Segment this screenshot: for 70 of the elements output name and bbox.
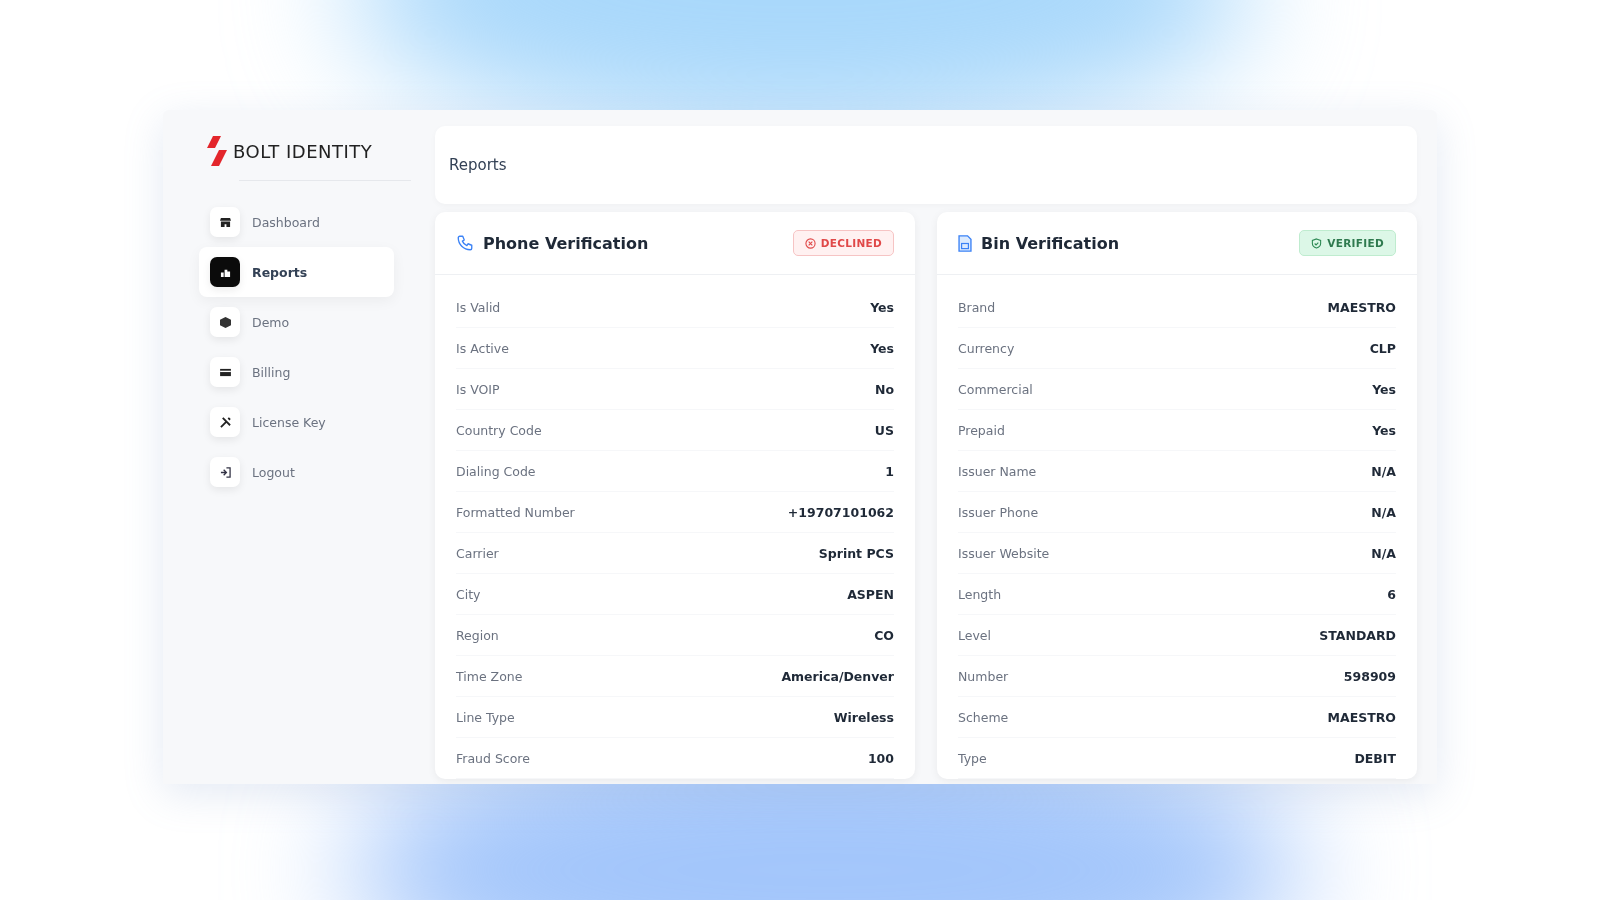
status-badge: VERIFIED <box>1299 230 1396 256</box>
bolt-logo-icon <box>207 136 227 166</box>
field-value: No <box>874 381 894 397</box>
field-label: Issuer Name <box>958 463 1037 479</box>
x-circle-icon <box>804 237 816 249</box>
shield-check-icon <box>1311 237 1323 249</box>
field-value: MAESTRO <box>1327 709 1396 725</box>
field-label: Number <box>958 668 1009 684</box>
field-value: Yes <box>870 340 894 356</box>
document-icon <box>958 234 972 252</box>
field-value: N/A <box>1371 504 1396 520</box>
logout-icon <box>219 466 231 478</box>
field-label: Brand <box>958 299 996 315</box>
sidebar-item[interactable]: License Key <box>199 397 394 447</box>
sidebar-item[interactable]: Billing <box>199 347 394 397</box>
field-label: Is VOIP <box>456 381 500 397</box>
page-title: Reports <box>449 156 507 174</box>
phone-icon <box>456 234 474 252</box>
field-label: Time Zone <box>456 668 523 684</box>
sidebar-item[interactable]: Dashboard <box>199 197 394 247</box>
field-label: Level <box>958 627 991 643</box>
card-title: Phone Verification <box>483 233 650 253</box>
field-label: Type <box>958 750 987 766</box>
field-value: N/A <box>1371 463 1396 479</box>
field-value: 6 <box>1387 586 1396 602</box>
field-value: +19707101062 <box>787 504 894 520</box>
field-value: ASPEN <box>847 586 894 602</box>
field-label: Commercial <box>958 381 1033 397</box>
store-icon <box>219 216 231 228</box>
field-value: 100 <box>867 750 894 766</box>
field-label: Line Type <box>456 709 515 725</box>
field-value: 1 <box>885 463 894 479</box>
field-label: Formatted Number <box>456 504 575 520</box>
field-label: Is Valid <box>456 299 501 315</box>
field-label: City <box>456 586 481 602</box>
field-label: Scheme <box>958 709 1009 725</box>
field-value: Yes <box>1372 422 1396 438</box>
field-value: America/Denver <box>781 668 894 684</box>
field-label: Currency <box>958 340 1015 356</box>
box-icon <box>219 316 231 328</box>
field-value: Yes <box>870 299 894 315</box>
field-value: DEBIT <box>1354 750 1396 766</box>
field-label: Is Active <box>456 340 509 356</box>
field-label: Country Code <box>456 422 542 438</box>
card-title: Bin Verification <box>981 233 1121 253</box>
field-value: STANDARD <box>1319 627 1396 643</box>
field-label: Length <box>958 586 1002 602</box>
field-label: Issuer Phone <box>958 504 1039 520</box>
field-value: US <box>874 422 894 438</box>
logo-text: BOLT IDENTITY <box>233 140 373 162</box>
field-value: 598909 <box>1343 668 1396 684</box>
field-value: Yes <box>1372 381 1396 397</box>
field-label: Dialing Code <box>456 463 536 479</box>
field-value: Sprint PCS <box>818 545 894 561</box>
field-value: CLP <box>1369 340 1396 356</box>
field-value: MAESTRO <box>1327 299 1396 315</box>
field-label: Issuer Website <box>958 545 1050 561</box>
field-label: Carrier <box>456 545 499 561</box>
field-label: Region <box>456 627 499 643</box>
status-badge: DECLINED <box>792 230 894 256</box>
sidebar-item[interactable]: Logout <box>199 447 394 497</box>
field-label: Prepaid <box>958 422 1005 438</box>
field-label: Fraud Score <box>456 750 530 766</box>
sidebar-item[interactable]: Demo <box>199 297 394 347</box>
field-value: CO <box>874 627 894 643</box>
field-value: N/A <box>1371 545 1396 561</box>
card-icon <box>219 367 231 377</box>
field-value: Wireless <box>833 709 894 725</box>
sidebar-item[interactable]: Reports <box>199 247 394 297</box>
tools-icon <box>219 416 231 428</box>
